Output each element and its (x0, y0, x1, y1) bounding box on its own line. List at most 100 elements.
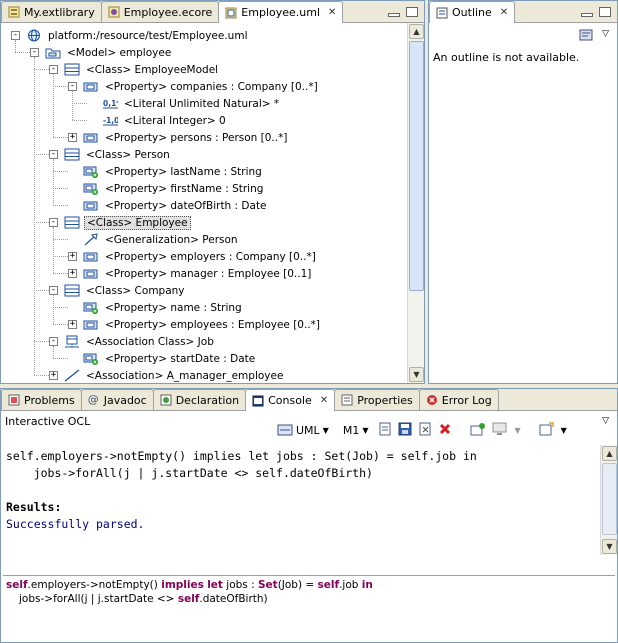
chevron-down-icon[interactable]: ▼ (561, 426, 567, 435)
tab-console[interactable]: Console ✕ (245, 389, 336, 411)
open-console-icon[interactable] (539, 421, 555, 439)
tree-row[interactable]: - <Class> Employee (49, 214, 191, 231)
tab-label: Employee.uml (241, 6, 321, 19)
tree-row[interactable]: - <Association Class> Job (49, 333, 216, 350)
tree-node-label: <Association Class> Job (86, 335, 214, 348)
tree-connector (34, 341, 49, 342)
load-icon[interactable] (378, 422, 392, 439)
tree-row[interactable]: + <Association> A_manager_employee (49, 367, 285, 383)
expand-icon[interactable]: + (68, 252, 77, 261)
collapse-icon[interactable]: - (49, 218, 58, 227)
close-icon[interactable]: ✕ (328, 7, 336, 18)
collapse-icon[interactable]: - (49, 337, 58, 346)
editor-window-buttons (382, 7, 424, 22)
collapse-icon[interactable]: - (49, 286, 58, 295)
view-menu-icon[interactable]: ▽ (602, 416, 609, 426)
tab-declaration[interactable]: Declaration (152, 389, 247, 410)
tree-row[interactable]: - <Model> employee (30, 44, 173, 61)
tab-problems[interactable]: Problems (1, 389, 82, 410)
tree-connector (72, 91, 73, 120)
tab-label: Console (268, 394, 312, 407)
outline-view-icon[interactable] (579, 29, 593, 44)
minimize-icon[interactable] (581, 13, 593, 17)
collapse-icon[interactable]: - (49, 150, 58, 159)
view-menu-icon[interactable]: ▽ (602, 29, 609, 39)
collapse-icon[interactable]: - (68, 82, 77, 91)
scroll-thumb[interactable] (602, 463, 617, 535)
collapse-icon[interactable]: - (11, 31, 20, 40)
level-selector[interactable]: M1 ▼ (339, 424, 373, 437)
tree-row[interactable]: <Property> dateOfBirth : Date (68, 197, 269, 214)
tab-outline[interactable]: Outline ✕ (429, 1, 516, 23)
tab-my-extlibrary[interactable]: My.extlibrary (1, 1, 102, 22)
input-line: jobs->forAll(j | j.startDate <> self.dat… (19, 593, 268, 605)
expand-icon[interactable]: + (68, 133, 77, 142)
tree-node-label: <Property> companies : Company [0..*] (105, 80, 318, 93)
tree-row[interactable]: - <Class> Company (49, 282, 187, 299)
results-label: Results: (6, 500, 62, 514)
metamodel-selector[interactable]: UML ▼ (273, 424, 333, 437)
expand-icon[interactable]: + (68, 320, 77, 329)
tab-javadoc[interactable]: @ Javadoc (80, 389, 154, 410)
model-icon (45, 46, 61, 59)
expand-icon[interactable]: + (68, 269, 77, 278)
close-icon[interactable]: ✕ (500, 7, 508, 18)
tree-node-label: <Class> Person (86, 148, 170, 161)
tree-connector (53, 256, 68, 257)
tree-row[interactable]: + <Property> employees : Employee [0..*] (68, 316, 322, 333)
tree-row[interactable]: + <Property> employers : Company [0..*] (68, 248, 318, 265)
clear-icon[interactable] (418, 422, 432, 439)
scroll-up-icon[interactable]: ▲ (409, 24, 424, 39)
minimize-icon[interactable] (388, 13, 400, 17)
tab-employee-ecore[interactable]: Employee.ecore (100, 1, 220, 22)
tree-row[interactable]: -1,0 <Literal Integer> 0 (87, 112, 228, 129)
tree-row[interactable]: <Generalization> Person (68, 231, 240, 248)
maximize-icon[interactable] (406, 7, 418, 17)
generalization-icon (83, 233, 99, 246)
close-icon[interactable]: ✕ (320, 395, 328, 406)
tree-row[interactable]: - platform:/resource/test/Employee.uml (11, 27, 250, 44)
tree-row[interactable]: - <Class> Person (49, 146, 172, 163)
tree-row[interactable]: + <Property> persons : Person [0..*] (68, 129, 289, 146)
tree-row[interactable]: - <Class> EmployeeModel (49, 61, 220, 78)
tree-row[interactable]: <Property> firstName : String (68, 180, 265, 197)
collapse-icon[interactable]: - (49, 65, 58, 74)
editor-pane: My.extlibrary Employee.ecore Employee.um… (0, 0, 425, 384)
display-console-icon[interactable] (492, 422, 508, 439)
tree-row[interactable]: - <Property> companies : Company [0..*] (68, 78, 320, 95)
tree-node-label: <Literal Integer> 0 (124, 114, 226, 127)
collapse-icon[interactable]: - (30, 48, 39, 57)
tree-row[interactable]: <Property> lastName : String (68, 163, 264, 180)
save-icon[interactable] (398, 422, 412, 439)
tab-error-log[interactable]: Error Log (418, 389, 499, 410)
pin-console-icon[interactable] (470, 422, 486, 439)
tree-scrollbar[interactable]: ▲ ▼ (407, 23, 424, 383)
console-title: Interactive OCL (5, 415, 91, 428)
maximize-icon[interactable] (599, 7, 611, 17)
code-text: .job (339, 579, 362, 591)
expand-icon[interactable]: + (49, 371, 58, 380)
chevron-down-icon[interactable]: ▼ (514, 426, 520, 435)
scroll-up-icon[interactable]: ▲ (602, 446, 617, 461)
tree-row[interactable]: <Property> startDate : Date (68, 350, 257, 367)
association-class-icon (64, 335, 80, 348)
literal-unlimited-icon: 0,1* (102, 97, 118, 110)
delete-icon[interactable] (438, 422, 452, 439)
tree-connector (34, 222, 49, 223)
code-text: .employers->notEmpty() (27, 579, 162, 591)
output-scrollbar[interactable]: ▲ ▼ (600, 445, 617, 555)
tab-properties[interactable]: Properties (334, 389, 420, 410)
scroll-down-icon[interactable]: ▼ (602, 539, 617, 554)
tree-row[interactable]: 0,1* <Literal Unlimited Natural> * (87, 95, 281, 112)
input-line: self.employers->notEmpty() implies let j… (6, 579, 373, 591)
tab-employee-uml[interactable]: Employee.uml ✕ (218, 1, 344, 23)
ocl-input[interactable]: self.employers->notEmpty() implies let j… (3, 575, 615, 640)
tree-connector (53, 273, 68, 274)
tree-row[interactable]: <Property> name : String (68, 299, 244, 316)
class-icon (64, 284, 80, 297)
scroll-down-icon[interactable]: ▼ (409, 367, 424, 382)
tree-row[interactable]: + <Property> manager : Employee [0..1] (68, 265, 313, 282)
scroll-thumb[interactable] (409, 41, 424, 291)
level-label: M1 (342, 423, 360, 437)
chevron-down-icon: ▼ (322, 425, 329, 435)
